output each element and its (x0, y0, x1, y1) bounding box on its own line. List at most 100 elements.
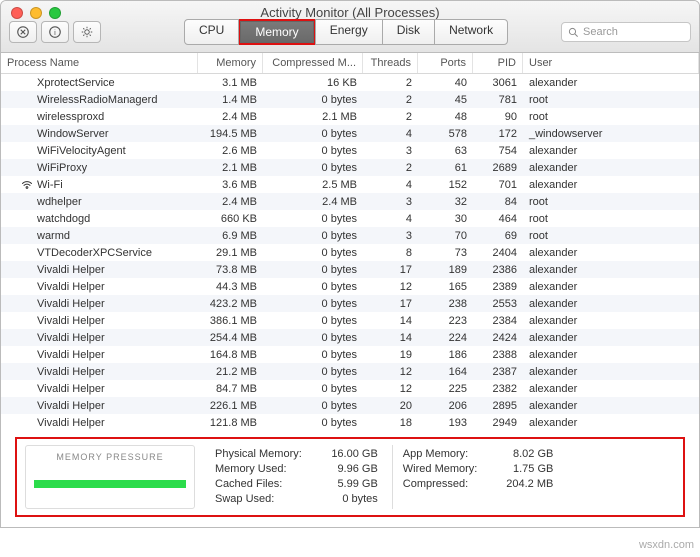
close-icon[interactable] (11, 7, 23, 19)
process-name-cell: WindowServer (1, 128, 198, 140)
cell-mem: 226.1 MB (198, 400, 263, 412)
process-table-body: XprotectService3.1 MB16 KB2403061alexand… (1, 74, 699, 431)
table-row[interactable]: WiFiProxy2.1 MB0 bytes2612689alexander (1, 159, 699, 176)
process-name-cell: Vivaldi Helper (1, 349, 198, 361)
table-row[interactable]: warmd6.9 MB0 bytes37069root (1, 227, 699, 244)
table-row[interactable]: VTDecoderXPCService29.1 MB0 bytes8732404… (1, 244, 699, 261)
cell-ports: 193 (418, 417, 473, 429)
header-pid[interactable]: PID (473, 53, 523, 73)
cell-ports: 61 (418, 162, 473, 174)
tab-disk[interactable]: Disk (382, 19, 435, 45)
cell-thr: 8 (363, 247, 418, 259)
cell-ports: 73 (418, 247, 473, 259)
cell-pid: 2386 (473, 264, 523, 276)
table-row[interactable]: Wi-Fi3.6 MB2.5 MB4152701alexander (1, 176, 699, 193)
table-row[interactable]: WiFiVelocityAgent2.6 MB0 bytes363754alex… (1, 142, 699, 159)
zoom-icon[interactable] (49, 7, 61, 19)
cell-comp: 0 bytes (263, 128, 363, 140)
process-name-cell: Vivaldi Helper (1, 417, 198, 429)
table-row[interactable]: Vivaldi Helper21.2 MB0 bytes121642387ale… (1, 363, 699, 380)
table-row[interactable]: Vivaldi Helper164.8 MB0 bytes191862388al… (1, 346, 699, 363)
minimize-icon[interactable] (30, 7, 42, 19)
cell-ports: 152 (418, 179, 473, 191)
process-name-cell: watchdogd (1, 213, 198, 225)
search-input[interactable]: Search (561, 22, 691, 42)
cached-files-label: Cached Files: (215, 477, 282, 492)
table-row[interactable]: wirelessproxd2.4 MB2.1 MB24890root (1, 108, 699, 125)
cell-comp: 0 bytes (263, 281, 363, 293)
process-name-cell: Wi-Fi (1, 179, 198, 191)
table-row[interactable]: Vivaldi Helper386.1 MB0 bytes142232384al… (1, 312, 699, 329)
info-button[interactable]: i (41, 21, 69, 43)
cell-mem: 660 KB (198, 213, 263, 225)
cell-mem: 84.7 MB (198, 383, 263, 395)
tab-group: CPU Memory Energy Disk Network (185, 19, 508, 45)
table-row[interactable]: Vivaldi Helper254.4 MB0 bytes142242424al… (1, 329, 699, 346)
cell-user: alexander (523, 298, 699, 310)
process-name-cell: XprotectService (1, 77, 198, 89)
app-memory-value: 8.02 GB (491, 447, 553, 462)
cell-ports: 45 (418, 94, 473, 106)
swap-used-label: Swap Used: (215, 492, 274, 507)
cell-user: root (523, 230, 699, 242)
memory-pressure-label: MEMORY PRESSURE (34, 452, 186, 462)
header-threads[interactable]: Threads (363, 53, 418, 73)
highlight-memory-tab: Memory (239, 19, 315, 45)
header-memory[interactable]: Memory (198, 53, 263, 73)
table-row[interactable]: WindowServer194.5 MB0 bytes4578172_windo… (1, 125, 699, 142)
stats-right: App Memory:8.02 GB Wired Memory:1.75 GB … (393, 445, 568, 509)
table-row[interactable]: Vivaldi Helper121.8 MB0 bytes181932949al… (1, 414, 699, 431)
cell-thr: 18 (363, 417, 418, 429)
cell-thr: 2 (363, 94, 418, 106)
cell-mem: 2.6 MB (198, 145, 263, 157)
cell-comp: 2.4 MB (263, 196, 363, 208)
table-row[interactable]: Vivaldi Helper84.7 MB0 bytes122252382ale… (1, 380, 699, 397)
header-ports[interactable]: Ports (418, 53, 473, 73)
table-row[interactable]: Vivaldi Helper73.8 MB0 bytes171892386ale… (1, 261, 699, 278)
cell-comp: 2.5 MB (263, 179, 363, 191)
table-row[interactable]: WirelessRadioManagerd1.4 MB0 bytes245781… (1, 91, 699, 108)
cell-pid: 2404 (473, 247, 523, 259)
cell-mem: 254.4 MB (198, 332, 263, 344)
cell-comp: 0 bytes (263, 400, 363, 412)
table-row[interactable]: Vivaldi Helper226.1 MB0 bytes202062895al… (1, 397, 699, 414)
stop-process-button[interactable] (9, 21, 37, 43)
cell-mem: 29.1 MB (198, 247, 263, 259)
cell-comp: 2.1 MB (263, 111, 363, 123)
cell-ports: 70 (418, 230, 473, 242)
cell-mem: 6.9 MB (198, 230, 263, 242)
wifi-icon (21, 179, 33, 191)
settings-button[interactable] (73, 21, 101, 43)
svg-text:i: i (54, 28, 56, 37)
cell-user: alexander (523, 179, 699, 191)
cell-user: alexander (523, 315, 699, 327)
cell-thr: 2 (363, 162, 418, 174)
cell-pid: 90 (473, 111, 523, 123)
table-row[interactable]: XprotectService3.1 MB16 KB2403061alexand… (1, 74, 699, 91)
footer-area: MEMORY PRESSURE Physical Memory:16.00 GB… (1, 431, 699, 527)
cell-pid: 3061 (473, 77, 523, 89)
header-compressed[interactable]: Compressed M... (263, 53, 363, 73)
table-row[interactable]: watchdogd660 KB0 bytes430464root (1, 210, 699, 227)
table-row[interactable]: Vivaldi Helper44.3 MB0 bytes121652389ale… (1, 278, 699, 295)
header-process-name[interactable]: Process Name (1, 53, 198, 73)
toolbar: i CPU Memory Energy Disk Network Search (1, 18, 699, 46)
cell-mem: 2.1 MB (198, 162, 263, 174)
cell-user: alexander (523, 400, 699, 412)
cell-pid: 701 (473, 179, 523, 191)
cell-pid: 2689 (473, 162, 523, 174)
cell-ports: 48 (418, 111, 473, 123)
tab-cpu[interactable]: CPU (184, 19, 239, 45)
tab-energy[interactable]: Energy (315, 19, 383, 45)
table-row[interactable]: wdhelper2.4 MB2.4 MB33284root (1, 193, 699, 210)
table-row[interactable]: Vivaldi Helper423.2 MB0 bytes172382553al… (1, 295, 699, 312)
cell-pid: 754 (473, 145, 523, 157)
cell-mem: 44.3 MB (198, 281, 263, 293)
cell-user: alexander (523, 349, 699, 361)
tab-memory[interactable]: Memory (240, 21, 313, 43)
process-name-cell: WiFiVelocityAgent (1, 145, 198, 157)
header-user[interactable]: User (523, 53, 699, 73)
cell-user: _windowserver (523, 128, 699, 140)
cell-thr: 4 (363, 179, 418, 191)
tab-network[interactable]: Network (434, 19, 508, 45)
